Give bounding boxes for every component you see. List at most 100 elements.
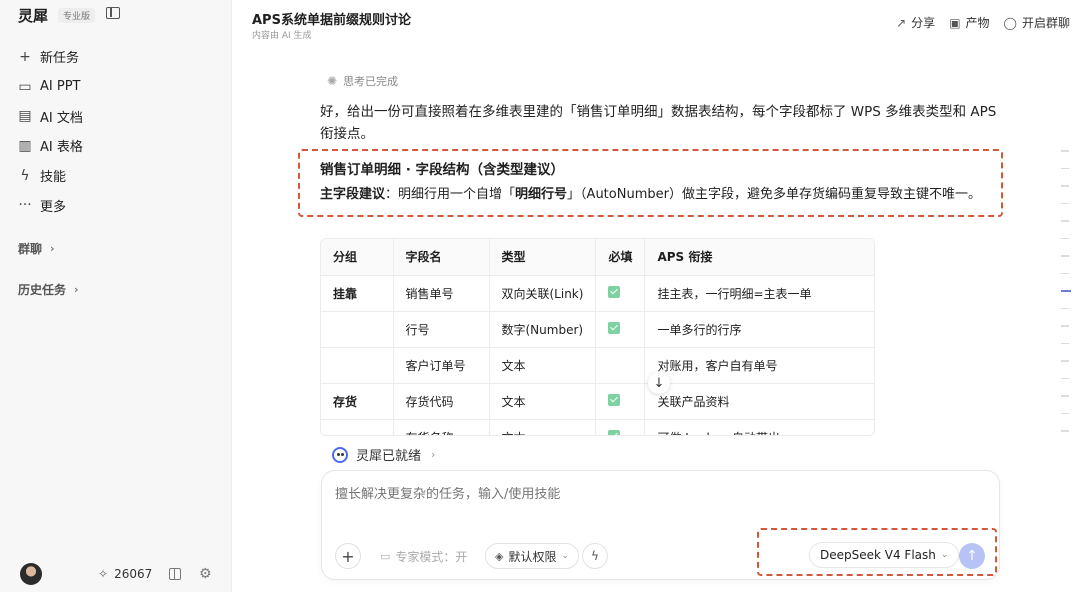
sidebar-section-history[interactable]: 历史任务 › — [18, 281, 79, 298]
chevron-down-icon: ⌄ — [940, 550, 949, 560]
sidebar-item-skills[interactable]: ϟ 技能 — [18, 161, 83, 191]
sidebar-item-more[interactable]: ··· 更多 — [18, 190, 83, 220]
cell-group — [321, 419, 394, 435]
check-icon — [608, 321, 621, 334]
arrow-up-icon: ↑ — [966, 548, 978, 564]
table-row: 存货 存货代码 文本 关联产品资料 — [321, 383, 874, 420]
cell-type: 文本 — [489, 419, 597, 435]
sidebar-section-group-chat[interactable]: 群聊 › — [18, 240, 55, 257]
sidebar-item-ai-ppt[interactable]: ▭ AI PPT — [18, 72, 83, 102]
cell-aps: 关联产品资料 — [644, 383, 874, 420]
group-chat-label: 开启群聊 — [1021, 16, 1070, 30]
send-button[interactable]: ↑ — [959, 543, 985, 569]
col-header-group: 分组 — [321, 239, 394, 276]
document-icon: ▤ — [18, 108, 32, 125]
gift-icon[interactable] — [169, 568, 181, 580]
cell-group — [321, 347, 394, 384]
chevron-right-icon: › — [431, 448, 436, 461]
section-label: 群聊 — [18, 242, 43, 256]
share-button[interactable]: ↗ 分享 — [896, 14, 935, 31]
col-header-field: 字段名 — [393, 239, 490, 276]
cell-required — [595, 383, 646, 420]
message-intro: 好，给出一份可直接照着在多维表里建的「销售订单明细」数据表结构，每个字段都标了 … — [320, 104, 997, 142]
permission-dropdown[interactable]: ◈ 默认权限 ⌄ — [485, 543, 580, 569]
cell-group — [321, 311, 394, 348]
prompt-input[interactable] — [335, 487, 935, 502]
sparkle-icon: ✧ — [98, 567, 109, 581]
check-icon — [608, 285, 621, 298]
chart-icon: ▥ — [18, 137, 32, 154]
cell-required — [595, 275, 646, 312]
cell-required — [595, 347, 646, 384]
share-label: 分享 — [911, 16, 936, 30]
cell-required — [595, 419, 646, 435]
message-minimap[interactable] — [1061, 150, 1071, 448]
artifacts-label: 产物 — [965, 16, 990, 30]
model-selector[interactable]: DeepSeek V4 Flash ⌄ — [809, 542, 960, 568]
plus-icon: + — [19, 48, 31, 65]
sidebar-item-label: 新任务 — [40, 51, 80, 67]
header: APS系统单据前缀规则讨论 内容由 AI 生成 ↗ 分享 ▣ 产物 ◯ 开启群聊 — [232, 0, 1080, 44]
model-label: DeepSeek V4 Flash — [820, 548, 936, 562]
sidebar-item-ai-sheet[interactable]: ▥ AI 表格 — [18, 131, 83, 161]
thinking-status[interactable]: ✺ 思考已完成 — [327, 73, 398, 89]
pk-text-1: ：明细行用一个自增「 — [385, 187, 516, 202]
plus-icon: + — [341, 546, 355, 566]
sidebar-item-ai-doc[interactable]: ▤ AI 文档 — [18, 101, 83, 131]
cell-field: 存货代码 — [393, 383, 490, 420]
sidebar-item-label: 技能 — [40, 170, 67, 186]
check-icon — [608, 429, 621, 435]
share-icon: ↗ — [896, 15, 907, 30]
brand-name: 灵犀 — [18, 6, 49, 25]
scroll-to-bottom-button[interactable]: ↓ — [648, 372, 670, 394]
permission-label: 默认权限 — [508, 549, 557, 564]
expert-mode-label: 专家模式：开 — [395, 549, 468, 564]
slides-icon: ▭ — [18, 78, 32, 95]
brand: 灵犀 专业版 — [18, 6, 96, 25]
sidebar: 灵犀 专业版 + 新任务 ▭ AI PPT ▤ AI 文档 ▥ AI 表格 ϟ … — [0, 0, 232, 592]
cell-field: 行号 — [393, 311, 490, 348]
sidebar-item-label: AI 表格 — [40, 140, 83, 156]
monitor-icon: ▭ — [380, 549, 391, 563]
avatar[interactable] — [20, 563, 42, 585]
table-row: 存货名称 文本 可做 Lookup 自动带出 — [321, 419, 874, 435]
header-actions: ↗ 分享 ▣ 产物 ◯ 开启群聊 — [882, 14, 1070, 31]
section-label: 历史任务 — [18, 283, 67, 297]
thinking-icon: ✺ — [327, 74, 338, 88]
thinking-label: 思考已完成 — [343, 75, 399, 88]
table-row: 挂靠 销售单号 双向关联(Link) 挂主表，一行明细=主表一单 — [321, 275, 874, 312]
artifacts-button[interactable]: ▣ 产物 — [949, 14, 989, 31]
cell-type: 双向关联(Link) — [489, 275, 597, 312]
group-chat-button[interactable]: ◯ 开启群聊 — [1004, 14, 1070, 31]
chevron-down-icon: ⌄ — [561, 551, 570, 561]
cell-field: 存货名称 — [393, 419, 490, 435]
agent-status[interactable]: 灵犀已就绪 › — [332, 445, 435, 464]
sidebar-toggle-icon[interactable] — [106, 7, 120, 19]
cell-aps: 可做 Lookup 自动带出 — [644, 419, 874, 435]
plan-badge: 专业版 — [58, 7, 96, 23]
skills-button[interactable]: ϟ — [582, 543, 608, 569]
field-table: 分组 字段名 类型 必填 APS 衔接 挂靠 销售单号 双向关联(Link) 挂… — [320, 238, 875, 436]
table-header-row: 分组 字段名 类型 必填 APS 衔接 — [321, 239, 874, 276]
bolt-icon: ϟ — [20, 167, 30, 184]
cell-aps: 一单多行的行序 — [644, 311, 874, 348]
credits[interactable]: ✧ 26067 — [98, 567, 152, 581]
sidebar-item-new-task[interactable]: + 新任务 — [18, 42, 83, 72]
cell-type: 文本 — [489, 347, 597, 384]
section-heading: 销售订单明细 · 字段结构（含类型建议） — [320, 162, 565, 178]
sidebar-item-label: 更多 — [40, 199, 67, 215]
pk-label: 主字段建议 — [320, 187, 386, 202]
gear-icon[interactable]: ⚙ — [199, 566, 212, 582]
group-chat-icon: ◯ — [1003, 15, 1017, 30]
expert-mode-toggle[interactable]: ▭ 专家模式：开 — [372, 543, 475, 569]
attach-button[interactable]: + — [335, 543, 361, 569]
pk-text-2: 」（AutoNumber）做主字段，避免多单存货编码重复导致主键不唯一。 — [567, 187, 981, 202]
primary-key-note: 主字段建议：明细行用一个自增「明细行号」（AutoNumber）做主字段，避免多… — [320, 185, 1000, 221]
page-subtitle: 内容由 AI 生成 — [252, 31, 312, 41]
artifact-icon: ▣ — [949, 15, 961, 30]
cell-field: 销售单号 — [393, 275, 490, 312]
pk-bold: 明细行号 — [515, 187, 568, 202]
col-header-type: 类型 — [489, 239, 597, 276]
shield-icon: ◈ — [495, 549, 504, 563]
check-icon — [608, 393, 621, 406]
